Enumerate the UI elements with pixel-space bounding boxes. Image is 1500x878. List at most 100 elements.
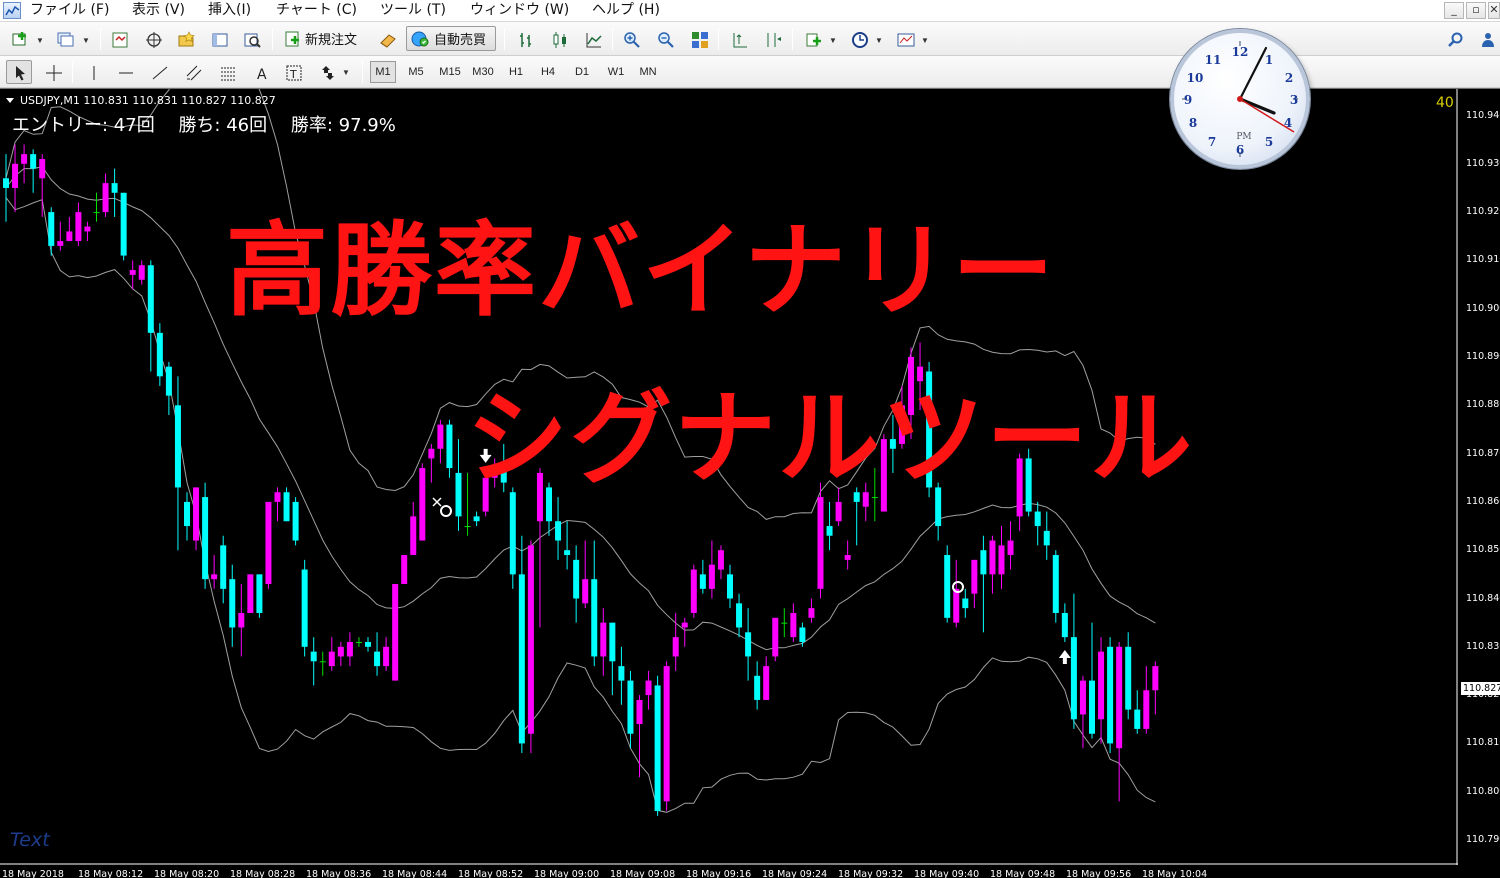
auto-trade-button[interactable]: 自動売買 <box>406 26 496 51</box>
new-chart-icon[interactable] <box>6 27 32 51</box>
periods-icon[interactable] <box>846 27 872 51</box>
candle-body <box>690 569 697 613</box>
text-object[interactable]: Text <box>10 829 50 851</box>
candle-body <box>781 622 788 624</box>
new-order-button[interactable]: 新規注文 <box>280 26 368 51</box>
chevron-down-icon[interactable]: ▼ <box>342 68 350 77</box>
timeframe-h4[interactable]: H4 <box>535 61 561 83</box>
entries-count: エントリー: 47回 <box>12 115 155 136</box>
menu-insert[interactable]: 挿入(I) <box>208 0 251 22</box>
zoom-out-icon[interactable] <box>652 27 678 51</box>
favorites-icon[interactable] <box>172 27 198 51</box>
timeframe-h1[interactable]: H1 <box>503 61 529 83</box>
menu-help[interactable]: ヘルプ (H) <box>592 0 660 22</box>
candle-body <box>564 550 571 556</box>
menu-window[interactable]: ウィンドウ (W) <box>470 0 569 22</box>
candle-body <box>627 680 634 734</box>
tester-icon[interactable] <box>238 27 264 51</box>
candle-body <box>555 521 562 541</box>
time-tick-label: 18 May 09:56 <box>1066 869 1132 878</box>
candle-body <box>591 579 598 657</box>
time-tick-label: 18 May 08:28 <box>230 869 296 878</box>
svg-text:9: 9 <box>1184 93 1192 107</box>
collapse-arrow-icon[interactable] <box>6 98 14 103</box>
headline-subtitle: シグナルツール <box>466 380 1194 499</box>
menu-file[interactable]: ファイル (F) <box>30 0 109 22</box>
candle-body <box>1061 612 1068 638</box>
candle-body <box>274 492 281 502</box>
crosshair-icon[interactable] <box>40 60 66 84</box>
candle-body <box>455 472 462 517</box>
chevron-down-icon[interactable]: ▼ <box>875 36 883 45</box>
restore-button[interactable]: ▫ <box>1466 2 1486 19</box>
timeframe-d1[interactable]: D1 <box>569 61 595 83</box>
candlestick-icon[interactable] <box>546 27 572 51</box>
candle-body <box>736 603 743 628</box>
candle-body <box>953 588 960 623</box>
fibonacci-icon[interactable] <box>214 60 240 84</box>
time-tick-label: 18 May 08:12 <box>78 869 144 878</box>
candle-body <box>75 212 82 242</box>
navigator-icon[interactable] <box>140 27 166 51</box>
svg-text:10: 10 <box>1187 71 1204 85</box>
indicators-icon[interactable] <box>800 27 826 51</box>
timeframe-m30[interactable]: M30 <box>468 61 498 83</box>
chevron-down-icon[interactable]: ▼ <box>82 36 90 45</box>
chevron-down-icon[interactable]: ▼ <box>36 36 44 45</box>
menu-chart[interactable]: チャート (C) <box>276 0 357 22</box>
price-axis[interactable]: 110.940 110.930 110.920 110.910 110.900 110.8… <box>1458 89 1500 878</box>
text-label-icon[interactable]: T <box>280 60 306 84</box>
horizontal-line-icon[interactable] <box>112 60 138 84</box>
timeframe-m15[interactable]: M15 <box>435 61 465 83</box>
analog-clock: 12 1 2 345 678 9 10 11 PM <box>1170 29 1310 169</box>
line-chart-icon[interactable] <box>580 27 606 51</box>
text-icon[interactable]: A <box>248 60 274 84</box>
entry-circle-icon <box>440 505 452 517</box>
candle-body <box>944 555 951 618</box>
close-button[interactable]: ✕ <box>1488 2 1500 19</box>
candle-body <box>184 501 190 527</box>
terminal-icon[interactable] <box>206 27 232 51</box>
chart-shift-icon[interactable] <box>760 27 786 51</box>
auto-scroll-icon[interactable] <box>726 27 752 51</box>
search-icon[interactable] <box>1442 27 1468 51</box>
community-icon[interactable] <box>1474 27 1500 51</box>
candle-body <box>39 158 46 179</box>
price-tick-label: 110.920 <box>1466 206 1500 218</box>
vertical-line-icon[interactable] <box>80 60 106 84</box>
timeframe-m5[interactable]: M5 <box>403 61 429 83</box>
price-tick-label: 110.890 <box>1466 351 1500 362</box>
candle-body <box>446 424 453 469</box>
time-axis[interactable]: 18 May 2018 18 May 08:12 18 May 08:20 18 Ma… <box>0 865 1458 878</box>
bar-chart-icon[interactable] <box>512 27 538 51</box>
minimize-button[interactable]: _ <box>1444 2 1464 19</box>
candle-body <box>717 550 724 570</box>
candle-body <box>817 497 824 589</box>
timeframe-m1[interactable]: M1 <box>370 61 396 83</box>
chevron-down-icon[interactable]: ▼ <box>921 36 929 45</box>
cursor-icon[interactable] <box>6 60 32 84</box>
equidistant-channel-icon[interactable] <box>180 60 206 84</box>
candle-body <box>193 487 200 541</box>
profiles-icon[interactable] <box>52 27 78 51</box>
candle-body <box>147 265 154 333</box>
market-watch-icon[interactable] <box>106 27 132 51</box>
metaeditor-icon[interactable] <box>374 27 400 51</box>
chevron-down-icon[interactable]: ▼ <box>829 36 837 45</box>
menu-tools[interactable]: ツール (T) <box>380 0 446 22</box>
menu-view[interactable]: 表示 (V) <box>132 0 185 22</box>
chart-window[interactable]: USDJPY,M1 110.831 110.831 110.827 110.82… <box>0 88 1500 878</box>
tile-windows-icon[interactable] <box>686 27 712 51</box>
candle-body <box>826 526 833 536</box>
trendline-icon[interactable] <box>146 60 172 84</box>
zoom-in-icon[interactable] <box>618 27 644 51</box>
timeframe-w1[interactable]: W1 <box>602 61 630 83</box>
candle-body <box>319 661 326 663</box>
candle-body <box>727 574 733 599</box>
candle-body <box>355 641 362 643</box>
timeframe-mn[interactable]: MN <box>634 61 662 83</box>
chart-window-icon[interactable] <box>3 2 21 19</box>
templates-icon[interactable] <box>892 27 918 51</box>
arrows-icon[interactable] <box>314 60 340 84</box>
price-tick-label: 110.930 <box>1466 157 1500 169</box>
